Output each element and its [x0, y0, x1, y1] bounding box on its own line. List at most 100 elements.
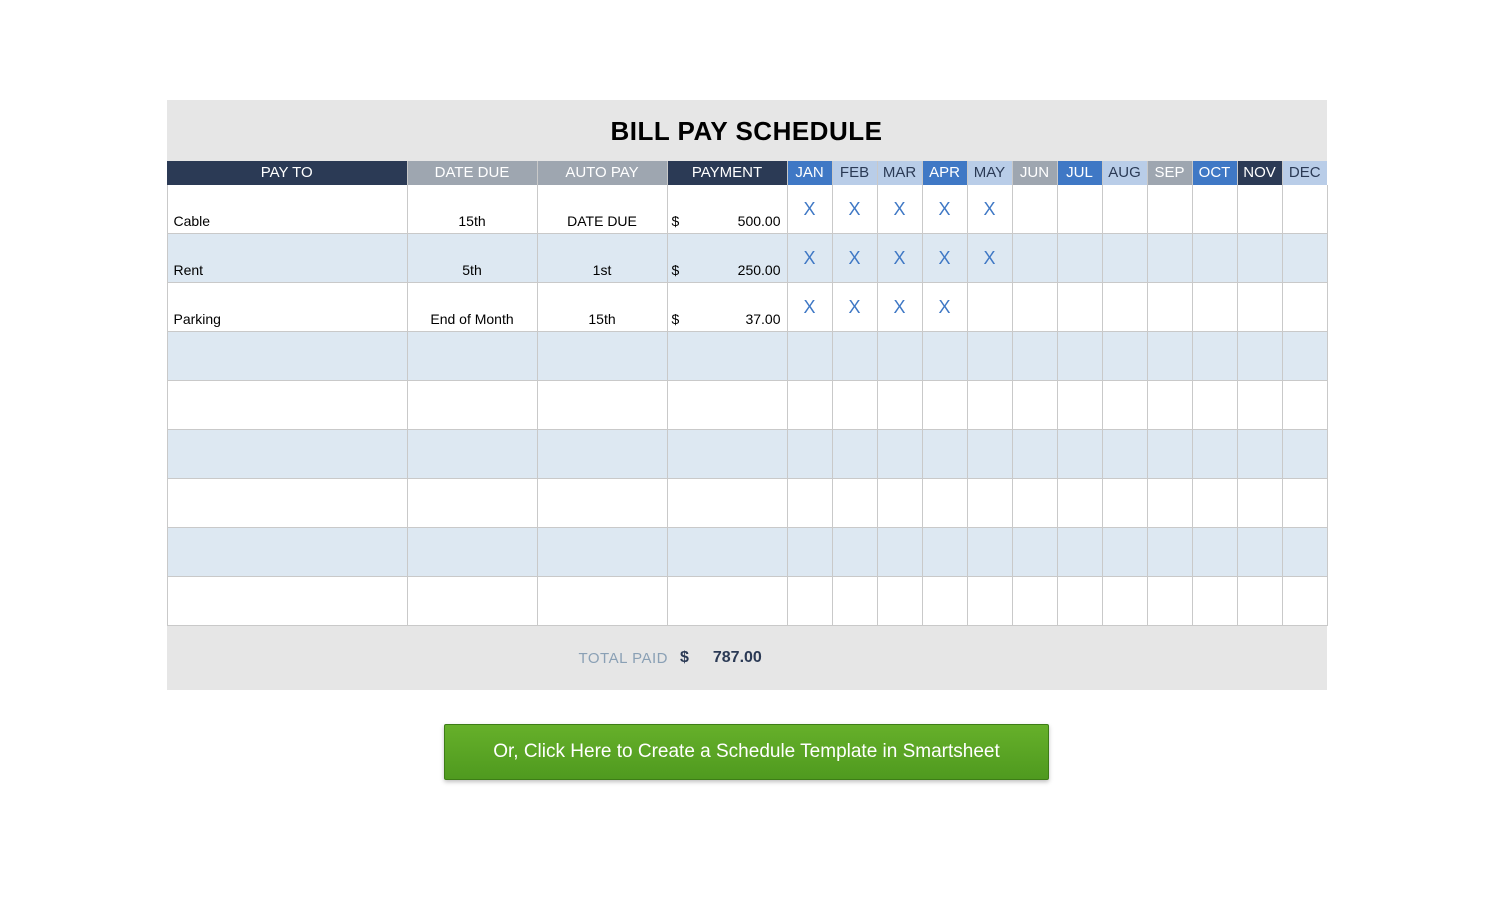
month-cell[interactable] — [1012, 234, 1057, 283]
month-cell[interactable] — [1012, 381, 1057, 430]
month-cell[interactable] — [1282, 528, 1327, 577]
payment-cell[interactable] — [667, 381, 787, 430]
month-cell[interactable] — [1057, 430, 1102, 479]
month-cell[interactable] — [877, 528, 922, 577]
month-cell[interactable] — [1192, 479, 1237, 528]
month-cell[interactable] — [922, 332, 967, 381]
autopay-cell[interactable]: DATE DUE — [537, 185, 667, 234]
month-cell[interactable] — [1102, 577, 1147, 626]
datedue-cell[interactable] — [407, 381, 537, 430]
month-cell[interactable] — [1102, 234, 1147, 283]
month-cell[interactable] — [922, 430, 967, 479]
month-cell[interactable] — [1237, 381, 1282, 430]
month-cell[interactable]: X — [787, 283, 832, 332]
month-cell[interactable] — [1192, 283, 1237, 332]
payto-cell[interactable] — [167, 479, 407, 528]
autopay-cell[interactable] — [537, 479, 667, 528]
month-cell[interactable] — [1192, 234, 1237, 283]
month-cell[interactable]: X — [832, 283, 877, 332]
month-cell[interactable] — [1057, 185, 1102, 234]
month-cell[interactable] — [1192, 577, 1237, 626]
payto-cell[interactable] — [167, 332, 407, 381]
month-cell[interactable] — [1282, 381, 1327, 430]
month-cell[interactable]: X — [877, 234, 922, 283]
month-cell[interactable] — [832, 381, 877, 430]
payment-cell[interactable] — [667, 577, 787, 626]
month-cell[interactable] — [1147, 577, 1192, 626]
month-cell[interactable] — [1057, 332, 1102, 381]
month-cell[interactable] — [1147, 381, 1192, 430]
month-cell[interactable] — [1012, 283, 1057, 332]
month-cell[interactable] — [1192, 381, 1237, 430]
month-cell[interactable] — [832, 332, 877, 381]
month-cell[interactable] — [922, 479, 967, 528]
autopay-cell[interactable] — [537, 528, 667, 577]
payment-cell[interactable]: $250.00 — [667, 234, 787, 283]
month-cell[interactable] — [1102, 528, 1147, 577]
month-cell[interactable] — [832, 577, 877, 626]
month-cell[interactable]: X — [832, 234, 877, 283]
datedue-cell[interactable] — [407, 577, 537, 626]
autopay-cell[interactable]: 15th — [537, 283, 667, 332]
month-cell[interactable] — [1057, 283, 1102, 332]
month-cell[interactable] — [1102, 185, 1147, 234]
month-cell[interactable] — [1282, 283, 1327, 332]
month-cell[interactable] — [787, 332, 832, 381]
month-cell[interactable]: X — [922, 185, 967, 234]
month-cell[interactable] — [1282, 185, 1327, 234]
month-cell[interactable] — [787, 577, 832, 626]
datedue-cell[interactable]: 5th — [407, 234, 537, 283]
month-cell[interactable] — [1012, 479, 1057, 528]
autopay-cell[interactable] — [537, 332, 667, 381]
payment-cell[interactable] — [667, 479, 787, 528]
month-cell[interactable] — [967, 430, 1012, 479]
month-cell[interactable] — [1282, 430, 1327, 479]
payment-cell[interactable]: $500.00 — [667, 185, 787, 234]
payment-cell[interactable] — [667, 528, 787, 577]
month-cell[interactable] — [1012, 430, 1057, 479]
month-cell[interactable]: X — [877, 283, 922, 332]
payto-cell[interactable] — [167, 381, 407, 430]
month-cell[interactable]: X — [922, 234, 967, 283]
month-cell[interactable] — [967, 283, 1012, 332]
month-cell[interactable] — [1147, 430, 1192, 479]
month-cell[interactable] — [1057, 528, 1102, 577]
month-cell[interactable] — [1192, 430, 1237, 479]
month-cell[interactable] — [1057, 577, 1102, 626]
month-cell[interactable] — [877, 430, 922, 479]
month-cell[interactable] — [1147, 479, 1192, 528]
month-cell[interactable]: X — [787, 185, 832, 234]
datedue-cell[interactable] — [407, 332, 537, 381]
month-cell[interactable] — [1282, 234, 1327, 283]
month-cell[interactable] — [1102, 332, 1147, 381]
month-cell[interactable] — [1012, 577, 1057, 626]
payto-cell[interactable] — [167, 528, 407, 577]
month-cell[interactable] — [1057, 381, 1102, 430]
month-cell[interactable]: X — [922, 283, 967, 332]
month-cell[interactable] — [1102, 381, 1147, 430]
month-cell[interactable] — [1147, 528, 1192, 577]
month-cell[interactable] — [877, 332, 922, 381]
payment-cell[interactable] — [667, 430, 787, 479]
autopay-cell[interactable] — [537, 381, 667, 430]
datedue-cell[interactable] — [407, 430, 537, 479]
month-cell[interactable] — [1147, 185, 1192, 234]
month-cell[interactable] — [967, 577, 1012, 626]
autopay-cell[interactable]: 1st — [537, 234, 667, 283]
payment-cell[interactable] — [667, 332, 787, 381]
month-cell[interactable] — [1192, 332, 1237, 381]
payto-cell[interactable]: Parking — [167, 283, 407, 332]
month-cell[interactable] — [1237, 185, 1282, 234]
month-cell[interactable] — [832, 479, 877, 528]
month-cell[interactable] — [967, 332, 1012, 381]
month-cell[interactable] — [787, 381, 832, 430]
month-cell[interactable] — [1237, 577, 1282, 626]
month-cell[interactable]: X — [967, 185, 1012, 234]
month-cell[interactable] — [967, 528, 1012, 577]
payto-cell[interactable]: Cable — [167, 185, 407, 234]
month-cell[interactable] — [787, 528, 832, 577]
datedue-cell[interactable]: End of Month — [407, 283, 537, 332]
month-cell[interactable] — [1102, 430, 1147, 479]
month-cell[interactable]: X — [967, 234, 1012, 283]
month-cell[interactable]: X — [877, 185, 922, 234]
